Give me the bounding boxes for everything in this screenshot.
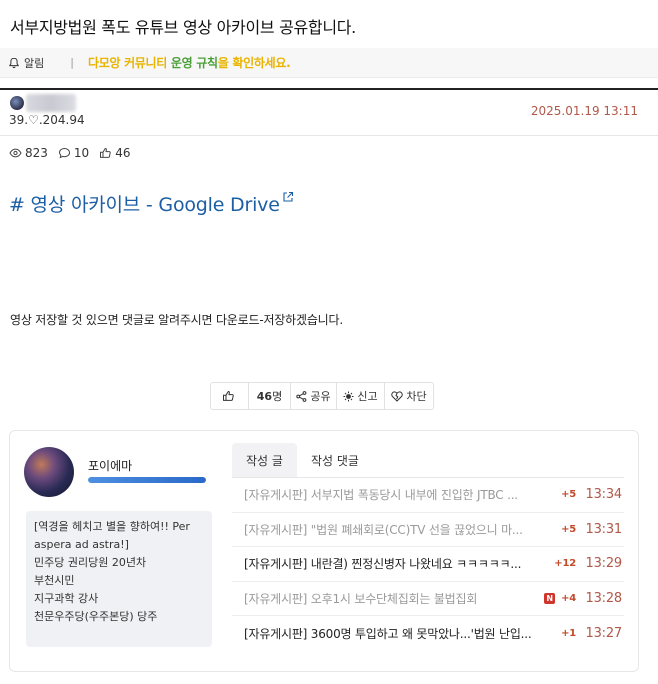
list-item[interactable]: [자유게시판] 3600명 투입하고 왜 못막았나...'법원 난입... +1 1… [232, 616, 624, 651]
post-body: 영상 저장할 것 있으면 댓글로 알려주시면 다운로드-저장하겠습니다. [10, 313, 343, 327]
list-item-time: 13:31 [585, 521, 623, 537]
new-badge-icon: N [544, 592, 556, 604]
bio-line: [역경을 헤치고 별을 향하여!! Per [34, 520, 190, 533]
comment-count-badge: +12 [554, 558, 576, 570]
comment-count-badge: +5 [561, 523, 576, 535]
header-divider [0, 88, 658, 90]
profile-bio: [역경을 헤치고 별을 향하여!! Per aspera ad astra!] 민주… [26, 511, 212, 647]
like-button[interactable] [211, 383, 249, 409]
notice-message-part2: 운영 규칙 [170, 56, 218, 70]
post-date: 2025.01.19 13:11 [530, 104, 638, 118]
notice-message-part3: 을 확인하세요. [217, 56, 291, 70]
report-button[interactable]: 신고 [337, 383, 385, 409]
bio-line: 천문우주당(우주본당) 당주 [34, 610, 158, 623]
views-stat: 823 [9, 146, 48, 160]
like-count: 46 [256, 389, 273, 403]
siren-icon [343, 391, 354, 401]
author-avatar[interactable] [10, 96, 24, 110]
list-item-time: 13:34 [585, 487, 623, 503]
list-item[interactable]: [자유게시판] 오후1시 보수단체집회는 불법집회 N +4 13:28 [232, 582, 624, 616]
tab-written-posts[interactable]: 작성 글 [232, 443, 297, 477]
profile-name[interactable]: 포이에마 [88, 457, 132, 474]
author-profile-card: 포이에마 [역경을 헤치고 별을 향하여!! Per aspera ad astr… [9, 430, 639, 672]
profile-level-fill [88, 477, 206, 483]
profile-avatar[interactable] [24, 447, 74, 497]
bell-icon [8, 57, 20, 68]
external-link-icon [283, 191, 293, 202]
list-item-title: [자유게시판] 서부지법 폭동당시 내부에 진입한 JTBC ... [244, 488, 518, 503]
tab-written-comments[interactable]: 작성 댓글 [297, 443, 373, 477]
link-text: # 영상 아카이브 - Google Drive [9, 194, 280, 216]
share-label: 공유 [310, 390, 331, 403]
bio-line: 민주당 권리당원 20년차 [34, 556, 147, 569]
comments-stat[interactable]: 10 [58, 146, 89, 160]
share-icon [296, 390, 307, 402]
profile-level-bar [88, 477, 206, 483]
bio-line: 부천시민 [34, 574, 75, 587]
block-label: 차단 [406, 390, 427, 403]
list-item-time: 13:28 [585, 590, 623, 606]
notice-separator: | [70, 56, 74, 69]
thumbs-up-icon [222, 390, 234, 401]
list-item-title: [자유게시판] "법원 폐쇄회로(CC)TV 선을 끊었으니 마... [244, 522, 523, 537]
notice-label-group[interactable]: 알림 [0, 55, 44, 71]
likes-stat: 46 [99, 146, 130, 160]
broken-heart-icon [391, 390, 404, 402]
author-ip: 39.♡.204.94 [9, 113, 85, 127]
list-item[interactable]: [자유게시판] 내란결) 찐정신병자 나왔네요 ㅋㅋㅋㅋㅋ... +12 13:29 [232, 547, 624, 582]
notice-message[interactable]: 다모앙 커뮤니티 운영 규칙을 확인하세요. [87, 54, 291, 71]
author-row: 39.♡.204.94 2025.01.19 13:11 [0, 92, 658, 136]
author-name-blurred[interactable] [26, 94, 76, 112]
list-item[interactable]: [자유게시판] "법원 폐쇄회로(CC)TV 선을 끊었으니 마... +5 13:… [232, 513, 624, 547]
notice-bar: 알림 | 다모앙 커뮤니티 운영 규칙을 확인하세요. [0, 48, 658, 78]
bio-line: 지구과학 강사 [34, 592, 99, 605]
notice-label: 알림 [24, 56, 45, 70]
post-action-bar: 46 명 공유 신고 차단 [210, 382, 434, 410]
notice-message-part1: 다모앙 커뮤니티 [87, 56, 171, 70]
block-button[interactable]: 차단 [385, 383, 433, 409]
list-item-time: 13:29 [585, 556, 623, 572]
profile-tabs: 작성 글 작성 댓글 [232, 443, 373, 477]
comment-count-badge: +1 [561, 627, 576, 639]
profile-post-list: [자유게시판] 서부지법 폭동당시 내부에 진입한 JTBC ... +5 13:3… [232, 478, 624, 651]
list-item-time: 13:27 [585, 625, 623, 641]
comment-count-badge: +5 [561, 489, 576, 501]
list-item-title: [자유게시판] 내란결) 찐정신병자 나왔네요 ㅋㅋㅋㅋㅋ... [244, 557, 522, 572]
views-count: 823 [25, 146, 48, 160]
post-stats: 823 10 46 [9, 146, 140, 160]
share-button[interactable]: 공유 [291, 383, 337, 409]
google-drive-link[interactable]: # 영상 아카이브 - Google Drive [9, 190, 294, 217]
list-item-title: [자유게시판] 3600명 투입하고 왜 못막았나...'법원 난입... [244, 626, 532, 641]
thumbs-up-icon [100, 147, 111, 158]
report-label: 신고 [357, 390, 378, 403]
like-count-unit: 명 [272, 390, 283, 403]
like-count-button[interactable]: 46 명 [249, 383, 291, 409]
list-item[interactable]: [자유게시판] 서부지법 폭동당시 내부에 진입한 JTBC ... +5 13:3… [232, 478, 624, 513]
comments-count: 10 [73, 146, 90, 160]
eye-icon [9, 148, 22, 158]
post-title: 서부지방법원 폭도 유튜브 영상 아카이브 공유합니다. [10, 18, 356, 37]
bio-line: aspera ad astra!] [34, 538, 129, 551]
comment-count-badge: +4 [561, 592, 576, 604]
list-item-title: [자유게시판] 오후1시 보수단체집회는 불법집회 [244, 591, 478, 606]
comment-icon [58, 147, 70, 159]
likes-count: 46 [115, 146, 131, 160]
